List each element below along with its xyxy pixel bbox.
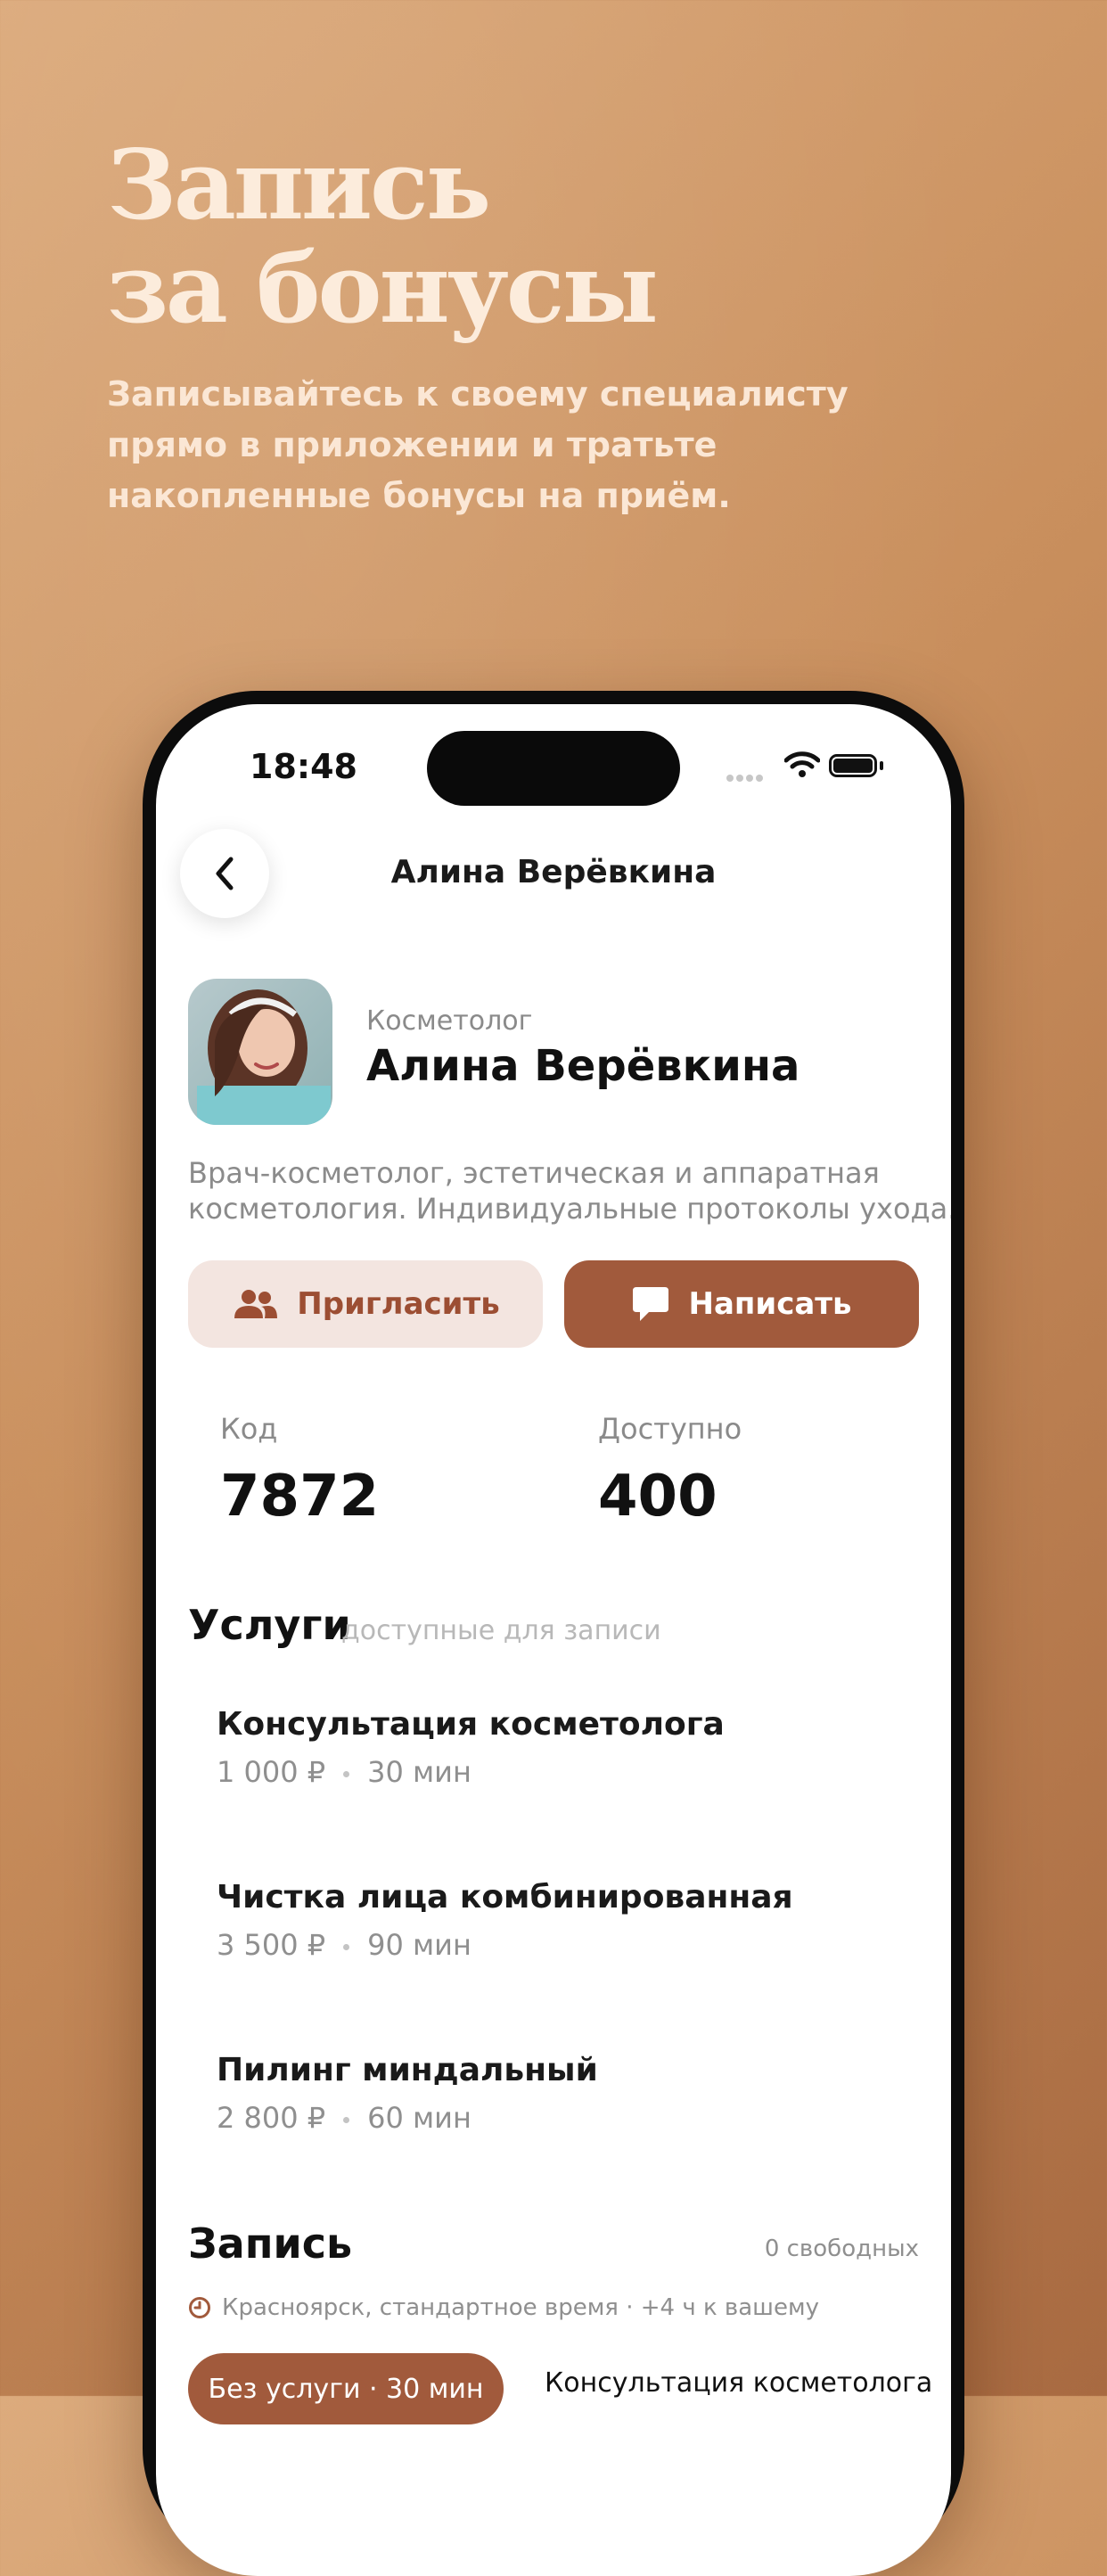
- write-button[interactable]: Написать: [564, 1260, 919, 1348]
- specialist-name: Алина Верёвкина: [366, 1041, 800, 1091]
- bio-line: косметология. Индивидуальные протоколы у…: [188, 1192, 951, 1226]
- service-price: 3 500 ₽: [217, 1928, 326, 1962]
- promo-title-line-1: Запись: [107, 129, 491, 242]
- people-icon: [234, 1290, 278, 1318]
- available-label: Доступно: [598, 1412, 742, 1446]
- service-meta: 1 000 ₽ 30 мин: [217, 1755, 725, 1789]
- service-meta: 2 800 ₽ 60 мин: [217, 2101, 598, 2135]
- service-item[interactable]: Консультация косметолога 1 000 ₽ 30 мин: [217, 1706, 725, 1789]
- promo-subtitle-line: накопленные бонусы на приём.: [107, 476, 731, 515]
- service-name: Чистка лица комбинированная: [217, 1879, 793, 1916]
- invite-button-label: Пригласить: [297, 1286, 500, 1322]
- service-meta: 3 500 ₽ 90 мин: [217, 1928, 793, 1962]
- separator-dot: [343, 1943, 350, 1950]
- code-value: 7872: [220, 1464, 380, 1530]
- code-label: Код: [220, 1412, 278, 1446]
- invite-button[interactable]: Пригласить: [188, 1260, 543, 1348]
- separator-dot: [343, 2116, 350, 2123]
- nav-title: Алина Верёвкина: [390, 854, 717, 890]
- service-price: 2 800 ₽: [217, 2101, 326, 2135]
- bio-line: Врач-косметолог, эстетическая и аппаратн…: [188, 1156, 880, 1190]
- promo-subtitle-line: прямо в приложении и тратьте: [107, 425, 718, 464]
- promo-subtitle: Записывайтесь к своему специалисту прямо…: [107, 369, 909, 521]
- phone-screen: 18:48 Алина Верёвкина Косметолог Алина В…: [156, 704, 951, 2576]
- service-item[interactable]: Чистка лица комбинированная 3 500 ₽ 90 ми…: [217, 1879, 793, 1962]
- promo-title: Запись за бонусы: [107, 129, 659, 345]
- services-hint: доступные для записи: [341, 1615, 661, 1646]
- write-button-label: Написать: [688, 1286, 852, 1322]
- battery-cap: [880, 761, 883, 770]
- service-chip-active[interactable]: Без услуги · 30 мин: [188, 2353, 504, 2424]
- services-title: Услуги: [188, 1601, 351, 1649]
- service-price: 1 000 ₽: [217, 1755, 326, 1789]
- available-value: 400: [598, 1464, 718, 1530]
- battery-icon: [829, 754, 877, 777]
- free-slots-count: 0 свободных: [764, 2236, 919, 2262]
- status-time: 18:48: [250, 747, 357, 786]
- service-duration: 30 мин: [367, 1755, 472, 1789]
- dynamic-island: [427, 731, 680, 806]
- separator-dot: [343, 1770, 350, 1777]
- clock-icon: [189, 2297, 210, 2318]
- service-name: Консультация косметолога: [217, 1706, 725, 1743]
- timezone-info: Красноярск, стандартное время · +4 ч к в…: [188, 2294, 819, 2321]
- service-name: Пилинг миндальный: [217, 2052, 598, 2088]
- timezone-text: Красноярск, стандартное время · +4 ч к в…: [222, 2294, 819, 2321]
- promo-subtitle-line: Записывайтесь к своему специалисту: [107, 374, 849, 414]
- status-icons: [726, 751, 887, 786]
- booking-title: Запись: [188, 2219, 353, 2268]
- specialist-bio: Врач-косметолог, эстетическая и аппаратн…: [188, 1155, 951, 1226]
- cellular-signal-icon: [726, 768, 766, 785]
- service-duration: 90 мин: [367, 1928, 472, 1962]
- service-chip[interactable]: Консультация косметолога: [545, 2367, 932, 2399]
- wifi-icon: [784, 751, 820, 777]
- promo-title-line-2: за бонусы: [107, 233, 659, 345]
- service-duration: 60 мин: [367, 2101, 472, 2135]
- avatar: [188, 979, 332, 1125]
- specialist-role: Косметолог: [366, 1005, 533, 1037]
- chat-bubble-icon: [633, 1287, 669, 1321]
- service-item[interactable]: Пилинг миндальный 2 800 ₽ 60 мин: [217, 2052, 598, 2135]
